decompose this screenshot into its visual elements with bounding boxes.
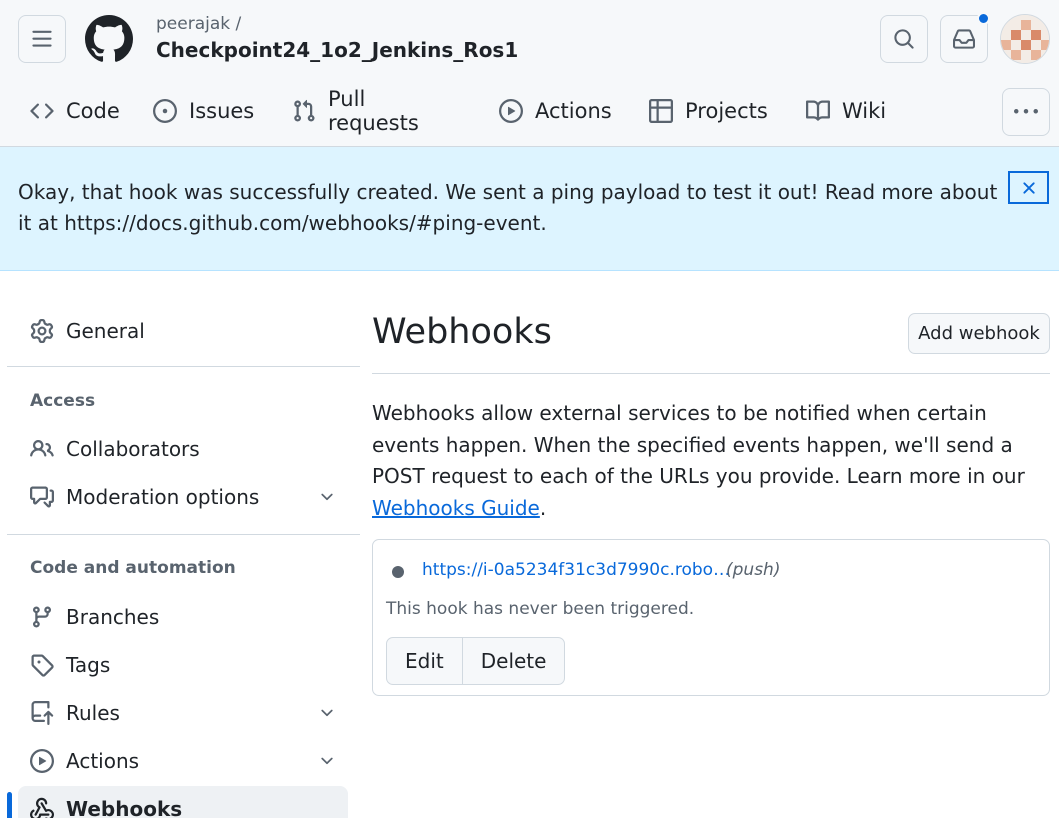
search-button[interactable] [880,15,928,63]
flash-banner: Okay, that hook was successfully created… [0,147,1059,271]
chevron-down-icon [321,757,333,765]
tab-pull-requests[interactable]: Pull requests [292,87,419,135]
sidebar-item-label: Tags [66,653,111,677]
tab-projects[interactable]: Projects [649,88,768,134]
sidebar-divider [7,534,360,535]
menu-button[interactable] [18,15,66,63]
delete-button[interactable]: Delete [463,638,565,684]
code-icon [30,103,54,119]
tab-issues[interactable]: Issues [153,88,254,134]
sidebar-item-label: Actions [66,749,140,773]
avatar[interactable] [1000,14,1050,64]
gear-icon [30,319,54,343]
tab-label: Projects [685,99,768,123]
issue-opened-icon [153,99,177,123]
webhooks-description: Webhooks allow external services to be n… [372,398,1052,524]
hook-event-label: (push) [726,560,781,580]
sidebar-item-general[interactable]: General [30,311,346,351]
github-logo-icon[interactable] [84,15,133,63]
tab-actions[interactable]: Actions [499,88,612,134]
sidebar-divider [7,366,360,367]
webhook-list-item: https://i-0a5234f31c3d7990c.robo… (push)… [372,539,1050,696]
flash-message: Okay, that hook was successfully created… [18,180,998,235]
search-icon [894,29,914,49]
tab-wiki[interactable]: Wiki [806,88,886,134]
tab-label: Code [66,99,120,123]
people-icon [30,439,54,457]
add-webhook-button[interactable]: Add webhook [908,313,1050,354]
play-icon [499,99,523,123]
description-text: Webhooks allow external services to be n… [372,401,1025,488]
webhook-icon [30,797,54,818]
hook-url-link[interactable]: https://i-0a5234f31c3d7990c.robo… [422,560,730,580]
sidebar-item-collaborators[interactable]: Collaborators [30,429,346,469]
repo-name[interactable]: Checkpoint24_1o2_Jenkins_Ros1 [156,38,518,62]
notification-indicator [977,12,990,25]
title-divider [372,373,1050,374]
tag-icon [31,654,54,677]
sidebar-item-label: Collaborators [66,437,200,461]
sidebar-item-actions[interactable]: Actions [30,741,346,781]
chevron-down-icon [321,493,333,501]
tab-code[interactable]: Code [30,88,120,134]
sidebar-item-webhooks[interactable]: Webhooks [30,789,346,818]
inbox-icon [953,29,975,49]
sidebar-item-branches[interactable]: Branches [30,597,346,637]
tab-label: Actions [535,99,612,123]
edit-button[interactable]: Edit [387,638,462,684]
sidebar-item-label: General [66,319,145,343]
repo-header: peerajak / Checkpoint24_1o2_Jenkins_Ros1… [0,0,1059,147]
description-period: . [539,495,547,520]
chevron-down-icon [321,709,333,717]
close-icon [1022,181,1035,194]
kebab-horizontal-icon [1014,109,1038,114]
git-pull-request-icon [294,99,315,122]
sidebar-item-tags[interactable]: Tags [30,645,346,685]
sidebar-item-label: Branches [66,605,160,629]
repo-push-icon [31,701,54,725]
sidebar-item-label: Rules [66,701,120,725]
git-branch-icon [32,606,51,628]
page-title: Webhooks [372,312,552,352]
tab-label: Pull requests [328,87,419,135]
sidebar-item-label: Moderation options [66,485,260,509]
tab-label: Issues [189,99,255,123]
hook-actions: Edit Delete [386,637,566,685]
sidebar-item-moderation[interactable]: Moderation options [30,477,346,517]
hook-status-dot [392,566,404,578]
more-button[interactable] [1002,88,1050,136]
play-icon [30,749,54,773]
table-icon [649,99,673,123]
sidebar-heading-code: Code and automation [30,558,236,578]
tab-label: Wiki [842,99,887,123]
dismiss-flash-button[interactable] [1008,171,1049,204]
book-icon [806,100,830,121]
hamburger-icon [32,30,52,47]
sidebar-item-rules[interactable]: Rules [30,693,346,733]
repo-owner[interactable]: peerajak / [156,14,241,34]
sidebar-heading-access: Access [30,391,96,411]
sidebar-active-indicator [7,792,12,818]
hook-status-text: This hook has never been triggered. [386,599,695,619]
sidebar-item-label: Webhooks [66,797,183,818]
comment-discussion-icon [30,486,54,508]
webhooks-guide-link[interactable]: Webhooks Guide [372,496,540,520]
